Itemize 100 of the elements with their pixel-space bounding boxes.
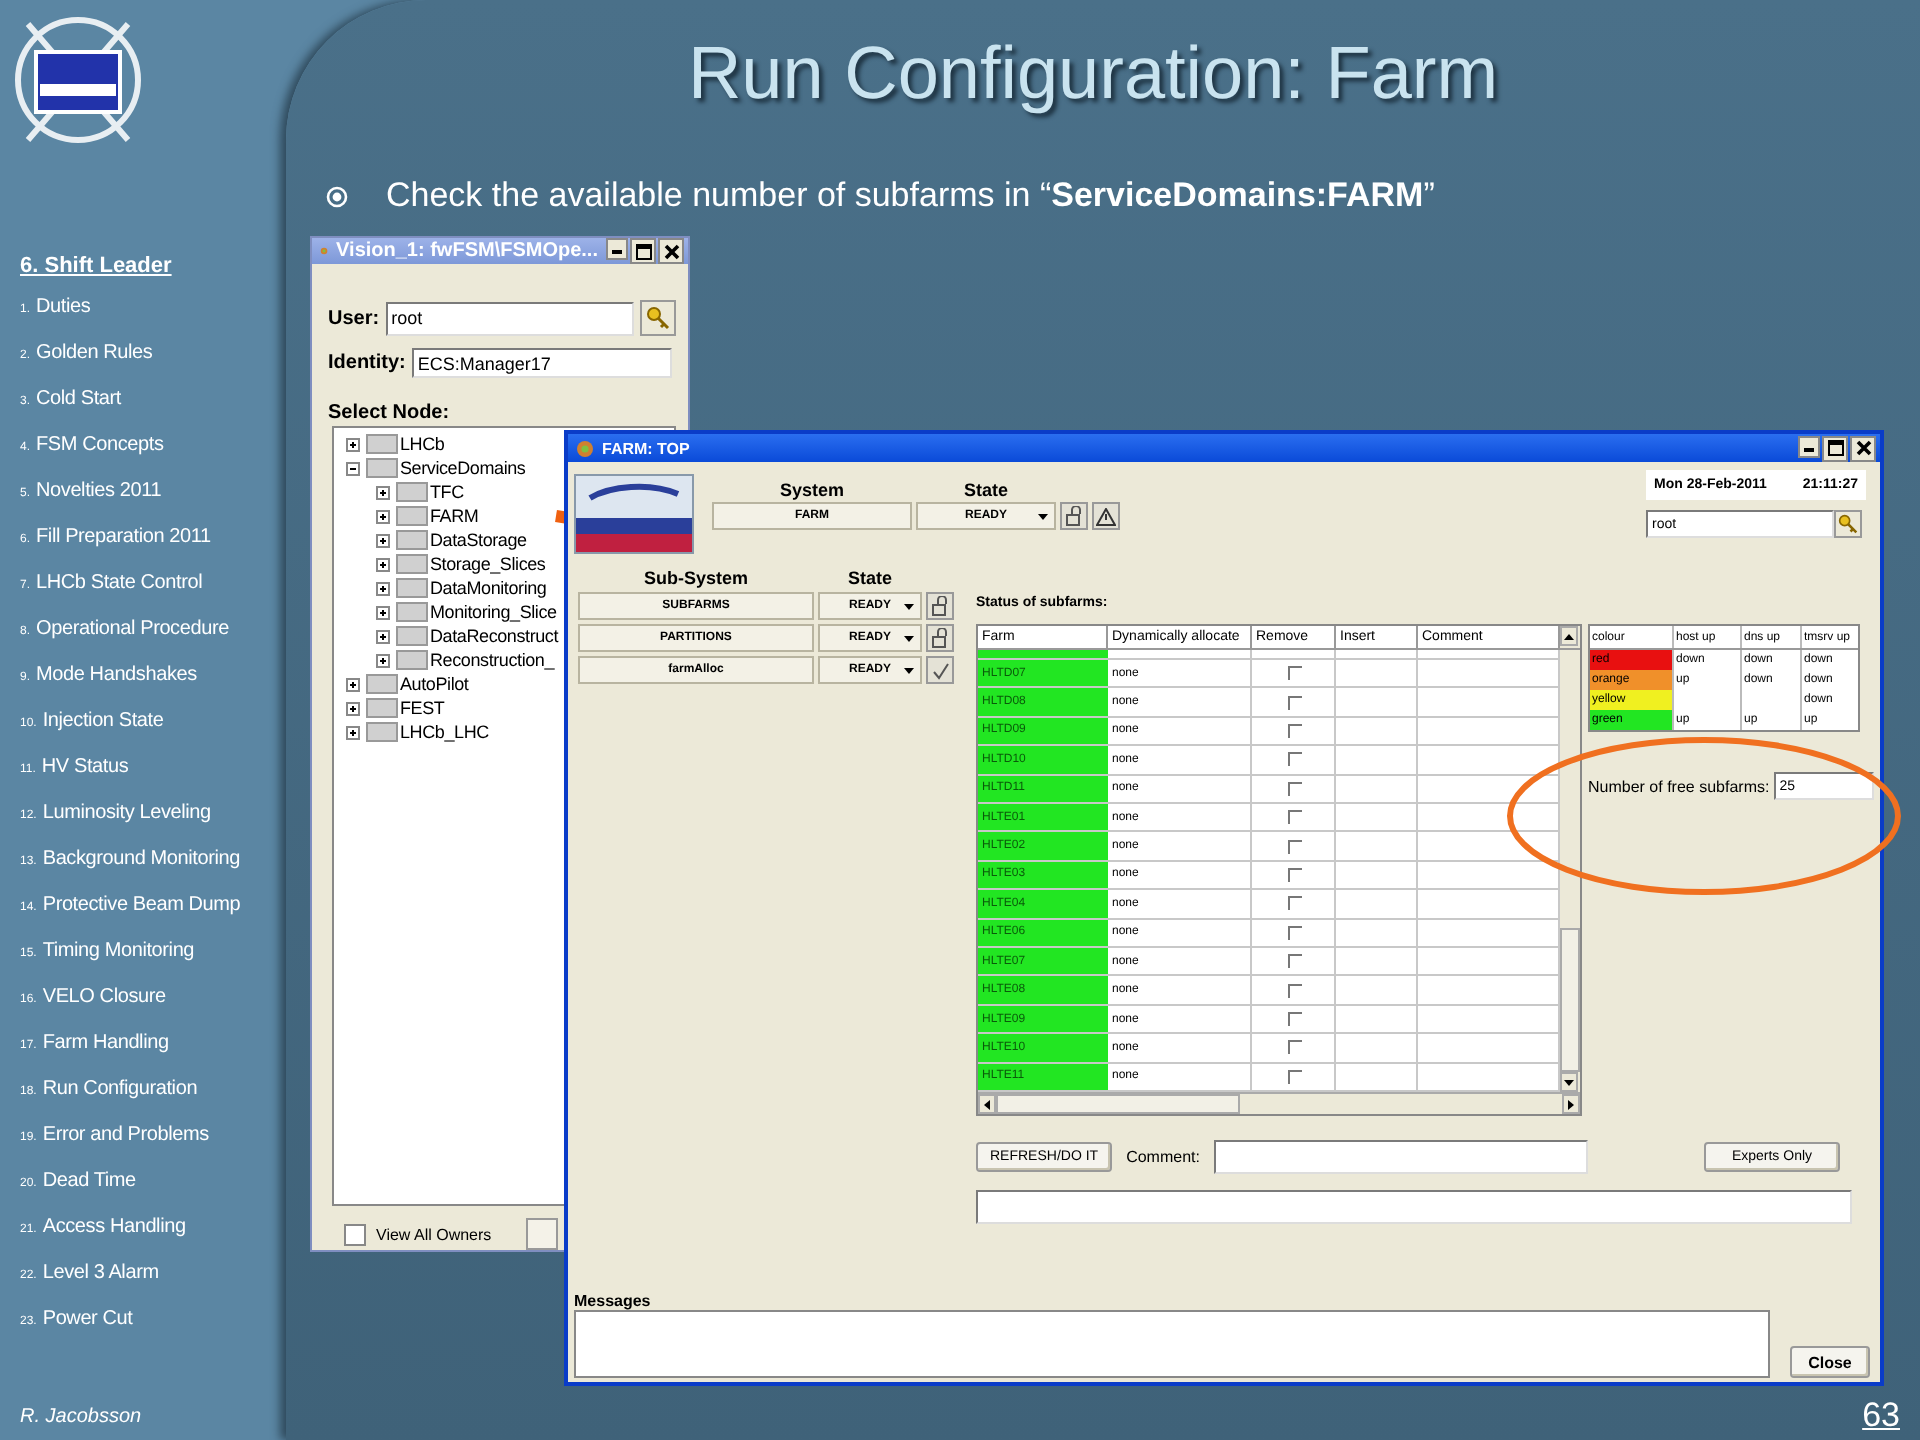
expander-icon[interactable] xyxy=(376,653,390,667)
column-heading: State xyxy=(845,568,894,588)
tree-item[interactable]: LHCb_LHC xyxy=(400,722,489,742)
agenda-item: Access Handling xyxy=(42,1216,186,1238)
checkbox[interactable] xyxy=(1288,1069,1302,1084)
checkbox[interactable] xyxy=(1288,781,1302,796)
minimize-button[interactable] xyxy=(1798,435,1820,457)
checkbox[interactable] xyxy=(1288,1012,1302,1027)
lock-button[interactable] xyxy=(1060,502,1088,530)
select-node-label: Select Node: xyxy=(328,402,452,424)
agenda-item: Timing Monitoring xyxy=(42,940,195,962)
maximize-button[interactable] xyxy=(1822,435,1848,461)
expander-icon[interactable] xyxy=(346,701,360,715)
author-name: R. Jacobsson xyxy=(20,1406,144,1428)
caret-icon xyxy=(904,668,914,674)
checkbox[interactable] xyxy=(1288,925,1302,940)
key-button[interactable] xyxy=(639,300,676,336)
agenda-item: Level 3 Alarm xyxy=(42,1262,159,1284)
column-heading: State xyxy=(961,480,1010,500)
tree-item[interactable]: DataMonitoring xyxy=(430,578,547,598)
scroll-down-button[interactable] xyxy=(1560,1072,1578,1092)
tree-item[interactable]: FEST xyxy=(400,698,445,718)
close-button[interactable] xyxy=(1850,435,1876,461)
agenda-item: Luminosity Leveling xyxy=(42,802,211,824)
checkbox[interactable] xyxy=(1288,666,1302,681)
expander-icon[interactable] xyxy=(346,725,360,739)
comment-field[interactable] xyxy=(1213,1140,1588,1174)
maximize-icon xyxy=(635,243,651,259)
expander-icon[interactable] xyxy=(376,557,390,571)
checkbox[interactable] xyxy=(1288,896,1302,911)
agenda-item: FSM Concepts xyxy=(36,434,164,456)
node-icon xyxy=(366,458,398,478)
lock-button[interactable] xyxy=(926,592,954,620)
node-icon xyxy=(396,554,428,574)
expander-icon[interactable] xyxy=(376,509,390,523)
expander-icon[interactable] xyxy=(376,581,390,595)
check-icon xyxy=(931,661,949,679)
tree-item[interactable]: FARM xyxy=(430,506,479,526)
messages-label: Messages xyxy=(574,1292,653,1310)
checkbox[interactable] xyxy=(1288,695,1302,710)
checkbox[interactable] xyxy=(1288,867,1302,882)
node-icon xyxy=(366,434,398,454)
user-label: User: xyxy=(328,307,380,329)
checkbox[interactable] xyxy=(1288,983,1302,998)
check-button[interactable] xyxy=(926,656,954,684)
scroll-right-button[interactable] xyxy=(1562,1094,1580,1114)
scroll-up-button[interactable] xyxy=(1560,626,1578,646)
expander-icon[interactable] xyxy=(376,605,390,619)
tree-item[interactable]: ServiceDomains xyxy=(400,458,526,478)
tree-item[interactable]: LHCb xyxy=(400,434,445,454)
agenda-item: Duties xyxy=(36,296,91,318)
agenda-item: Operational Procedure xyxy=(36,618,229,640)
checkbox[interactable] xyxy=(1288,954,1302,969)
checkbox[interactable] xyxy=(1288,839,1302,854)
identity-label: Identity: xyxy=(328,352,406,374)
agenda-item: Background Monitoring xyxy=(42,848,240,870)
tree-item[interactable]: Monitoring_Slice xyxy=(430,602,557,622)
scroll-left-button[interactable] xyxy=(978,1094,996,1114)
expander-icon[interactable] xyxy=(346,437,360,451)
checkbox[interactable] xyxy=(1288,1040,1302,1055)
checkbox-label: View All Owners xyxy=(376,1225,492,1243)
checkbox[interactable] xyxy=(1288,723,1302,738)
scrollbar[interactable] xyxy=(978,1092,1580,1114)
expander-icon[interactable] xyxy=(376,533,390,547)
agenda-item: HV Status xyxy=(41,756,129,778)
agenda-item: Novelties 2011 xyxy=(36,480,162,502)
expander-icon[interactable] xyxy=(346,461,360,475)
status-field[interactable] xyxy=(976,1190,1852,1224)
checkbox[interactable] xyxy=(344,1223,366,1245)
tree-item[interactable]: Reconstruction_ xyxy=(430,650,555,670)
checkbox[interactable] xyxy=(1288,810,1302,825)
agenda-item: Fill Preparation 2011 xyxy=(36,526,211,548)
key-button[interactable] xyxy=(1834,510,1862,538)
tree-item[interactable]: TFC xyxy=(430,482,464,502)
bullet-icon xyxy=(326,185,348,207)
agenda-item: Injection State xyxy=(42,710,164,732)
tree-item[interactable]: DataReconstruct xyxy=(430,626,559,646)
tree-item[interactable]: Storage_Slices xyxy=(430,554,546,574)
tree-item[interactable]: AutoPilot xyxy=(400,674,469,694)
close-button[interactable]: Close xyxy=(1790,1346,1870,1378)
user-field[interactable]: root xyxy=(385,301,634,335)
node-icon xyxy=(396,578,428,598)
close-icon xyxy=(1855,440,1871,456)
section-heading: 6. Shift Leader xyxy=(20,254,174,278)
lock-button[interactable] xyxy=(926,624,954,652)
tree-item[interactable]: DataStorage xyxy=(430,530,527,550)
expander-icon[interactable] xyxy=(376,485,390,499)
node-icon xyxy=(366,698,398,718)
window-title: FARM: TOP xyxy=(602,439,690,457)
node-icon xyxy=(396,482,428,502)
identity-field[interactable]: ECS:Manager17 xyxy=(411,348,672,378)
warning-button[interactable] xyxy=(1092,502,1120,530)
lock-icon xyxy=(931,596,949,616)
expander-icon[interactable] xyxy=(346,677,360,691)
checkbox[interactable] xyxy=(1288,752,1302,767)
caret-icon xyxy=(904,604,914,610)
node-icon xyxy=(396,530,428,550)
left-arrow-icon xyxy=(984,1099,990,1109)
footer-button[interactable] xyxy=(525,1218,558,1250)
expander-icon[interactable] xyxy=(376,629,390,643)
